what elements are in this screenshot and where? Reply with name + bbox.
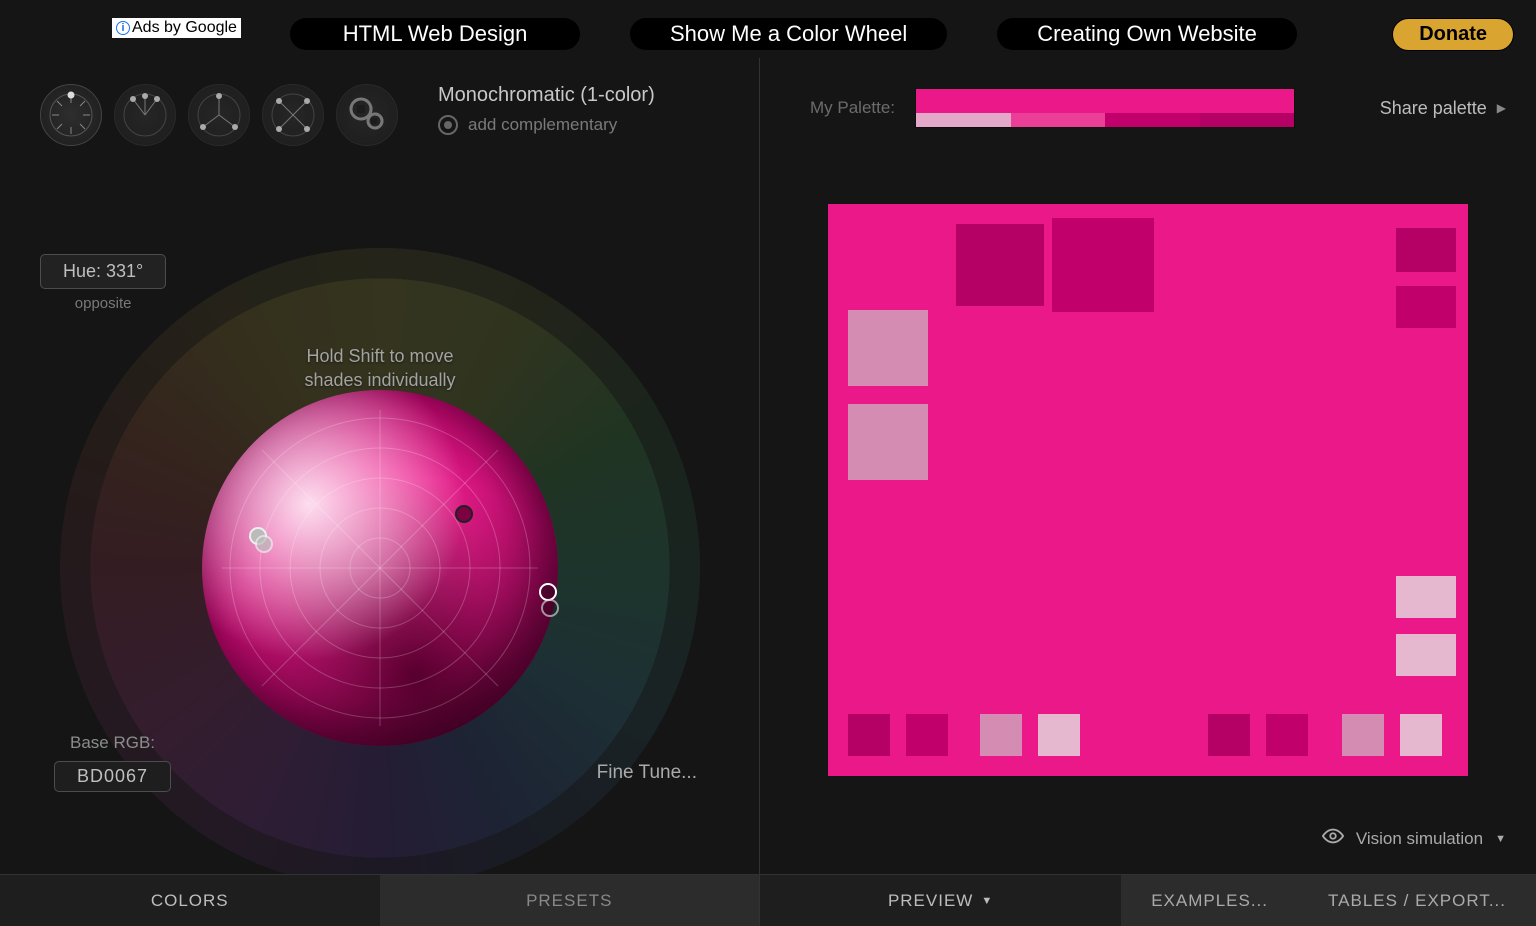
palette-preview [828, 204, 1468, 776]
add-complementary-toggle[interactable]: add complementary [438, 115, 655, 135]
color-wheel[interactable]: Hold Shift to move shades individually [60, 248, 700, 888]
my-palette-label: My Palette: [810, 98, 895, 118]
swatch-mid[interactable] [1011, 113, 1106, 127]
preview-block [956, 224, 1044, 306]
swatch-dark2[interactable] [1200, 113, 1295, 127]
shade-handle-2[interactable] [255, 535, 273, 553]
tab-tables-export[interactable]: TABLES / EXPORT... [1298, 875, 1536, 926]
preview-block [1400, 714, 1442, 756]
preview-block [1396, 286, 1456, 328]
ads-label: Ads by Google [132, 19, 237, 37]
fine-tune-link[interactable]: Fine Tune... [597, 762, 697, 784]
preview-block [1208, 714, 1250, 756]
palette-strip[interactable] [915, 88, 1295, 128]
left-panel: Monochromatic (1-color) add complementar… [0, 58, 760, 926]
tab-colors[interactable]: COLORS [0, 875, 380, 926]
swatch-dark1[interactable] [1105, 113, 1200, 127]
preview-block [1342, 714, 1384, 756]
preview-block [1038, 714, 1080, 756]
tab-preview[interactable]: PREVIEW ▼ [760, 875, 1121, 926]
preview-block [1052, 218, 1154, 312]
saturation-ball[interactable] [202, 390, 558, 746]
tab-examples[interactable]: EXAMPLES... [1121, 875, 1298, 926]
preview-block [1396, 634, 1456, 676]
scheme-tetrad-icon[interactable] [262, 84, 324, 146]
swatch-light[interactable] [916, 113, 1011, 127]
ad-link-2[interactable]: Show Me a Color Wheel [630, 18, 947, 50]
scheme-triad-icon[interactable] [188, 84, 250, 146]
donate-button[interactable]: Donate [1392, 18, 1514, 51]
vision-simulation-button[interactable]: Vision simulation ▼ [1322, 825, 1506, 852]
caret-down-icon: ▼ [981, 895, 993, 907]
tab-presets[interactable]: PRESETS [380, 875, 760, 926]
preview-block [980, 714, 1022, 756]
ads-by-google-badge[interactable]: i Ads by Google [112, 18, 241, 38]
caret-down-icon: ▼ [1495, 833, 1506, 845]
ad-link-3[interactable]: Creating Own Website [997, 18, 1297, 50]
primary-handle[interactable] [455, 505, 473, 523]
preview-block [848, 310, 928, 386]
swatch-primary[interactable] [916, 89, 1294, 113]
preview-block [1396, 576, 1456, 618]
scheme-freestyle-icon[interactable] [336, 84, 398, 146]
preview-block [848, 714, 890, 756]
base-rgb-value[interactable]: BD0067 [54, 761, 171, 792]
preview-block [1396, 228, 1456, 272]
scheme-mono-icon[interactable] [40, 84, 102, 146]
preview-block [906, 714, 948, 756]
info-icon: i [116, 21, 130, 35]
base-rgb-label: Base RGB: [54, 733, 171, 753]
eye-icon [1322, 825, 1344, 852]
scheme-adjacent-icon[interactable] [114, 84, 176, 146]
scheme-title: Monochromatic (1-color) [438, 84, 655, 107]
preview-block [848, 404, 928, 480]
share-palette-button[interactable]: Share palette ▶ [1380, 98, 1506, 119]
preview-block [1266, 714, 1308, 756]
top-bar: i Ads by Google HTML Web Design Show Me … [0, 0, 1536, 58]
radio-icon [438, 115, 458, 135]
complementary-label: add complementary [468, 115, 617, 135]
wheel-hint: Hold Shift to move shades individually [60, 344, 700, 393]
right-panel: My Palette: Share palette ▶ [760, 58, 1536, 926]
ad-link-1[interactable]: HTML Web Design [290, 18, 580, 50]
scheme-mode-icons [40, 84, 398, 146]
chevron-right-icon: ▶ [1497, 101, 1506, 115]
shade-handle-4[interactable] [541, 599, 559, 617]
